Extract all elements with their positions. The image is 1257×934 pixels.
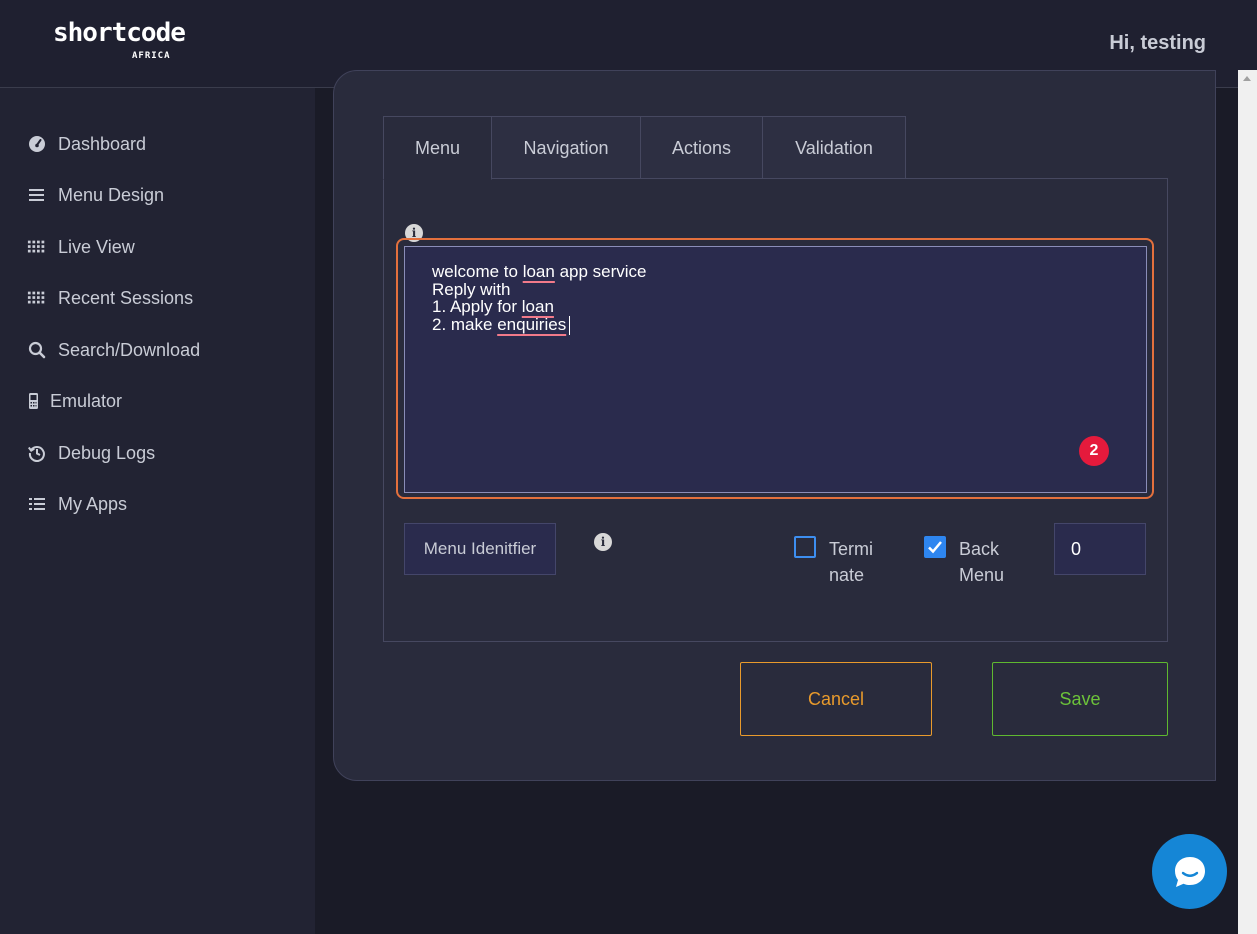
- back-menu-label: Back Menu: [959, 539, 1005, 585]
- tab-menu[interactable]: Menu: [383, 116, 492, 180]
- text-cursor: [569, 315, 571, 335]
- menu-text-line: 2. make enquiries: [432, 315, 1119, 335]
- number-input[interactable]: 0: [1054, 523, 1146, 575]
- page-scrollbar[interactable]: [1238, 70, 1257, 934]
- sidebar-item-label: Menu Design: [58, 184, 165, 205]
- sidebar-item-label: My Apps: [58, 493, 128, 514]
- menu-text-line: Reply with: [432, 279, 511, 299]
- sidebar-item-debug-logs[interactable]: Debug Logs: [27, 438, 155, 468]
- grid-dots-icon: [27, 239, 47, 255]
- logo-subtitle: AFRICA: [132, 51, 171, 61]
- history-icon: [27, 444, 47, 462]
- tab-actions[interactable]: Actions: [640, 116, 763, 180]
- list-icon: [27, 496, 47, 512]
- back-menu-checkbox[interactable]: [924, 536, 946, 558]
- dashboard-gauge-icon: [27, 135, 47, 153]
- menu-text-line: welcome to loan app service: [432, 262, 647, 281]
- scroll-up-arrow-icon[interactable]: [1243, 76, 1251, 81]
- sidebar-item-label: Live View: [58, 236, 135, 257]
- sidebar-item-label: Dashboard: [58, 133, 147, 154]
- terminate-label: Termi nate: [829, 539, 873, 585]
- sidebar-item-menu-design[interactable]: Menu Design: [27, 180, 164, 210]
- sidebar-item-recent-sessions[interactable]: Recent Sessions: [27, 283, 193, 313]
- chat-bubble-icon: [1174, 856, 1205, 887]
- grid-dots-icon: [27, 290, 47, 306]
- menu-text-line: 1. Apply for loan: [432, 297, 554, 316]
- sidebar-item-label: Debug Logs: [58, 442, 156, 463]
- notification-badge: 2: [1079, 436, 1109, 466]
- sidebar-item-live-view[interactable]: Live View: [27, 232, 135, 262]
- tab-navigation[interactable]: Navigation: [491, 116, 641, 180]
- sidebar-item-my-apps[interactable]: My Apps: [27, 489, 127, 519]
- cancel-button[interactable]: Cancel: [740, 662, 932, 736]
- chat-widget-button[interactable]: [1152, 834, 1227, 909]
- menu-text-area[interactable]: welcome to loan app service Reply with 1…: [404, 246, 1147, 493]
- sidebar-item-search-download[interactable]: Search/Download: [27, 335, 200, 365]
- tab-validation[interactable]: Validation: [762, 116, 906, 180]
- search-icon: [27, 341, 47, 359]
- shortcode-logo[interactable]: shortcode AFRICA: [53, 18, 186, 61]
- hamburger-menu-icon: [27, 187, 47, 203]
- sidebar-item-label: Emulator: [50, 390, 123, 411]
- mobile-phone-icon: [27, 392, 39, 410]
- save-button[interactable]: Save: [992, 662, 1168, 736]
- terminate-checkbox[interactable]: [794, 536, 816, 558]
- sidebar-item-label: Search/Download: [58, 339, 201, 360]
- menu-identifier-input[interactable]: Menu Idenitfier: [404, 523, 556, 575]
- sidebar: Dashboard Menu Design Live View Recent S…: [0, 88, 315, 934]
- logo-wordmark: shortcode: [53, 18, 186, 48]
- sidebar-item-emulator[interactable]: Emulator: [27, 386, 122, 416]
- sidebar-item-label: Recent Sessions: [58, 287, 194, 308]
- checkmark-icon: [928, 541, 942, 554]
- user-greeting[interactable]: Hi, testing: [1109, 32, 1206, 55]
- info-icon[interactable]: i: [594, 533, 612, 551]
- sidebar-item-dashboard[interactable]: Dashboard: [27, 129, 146, 159]
